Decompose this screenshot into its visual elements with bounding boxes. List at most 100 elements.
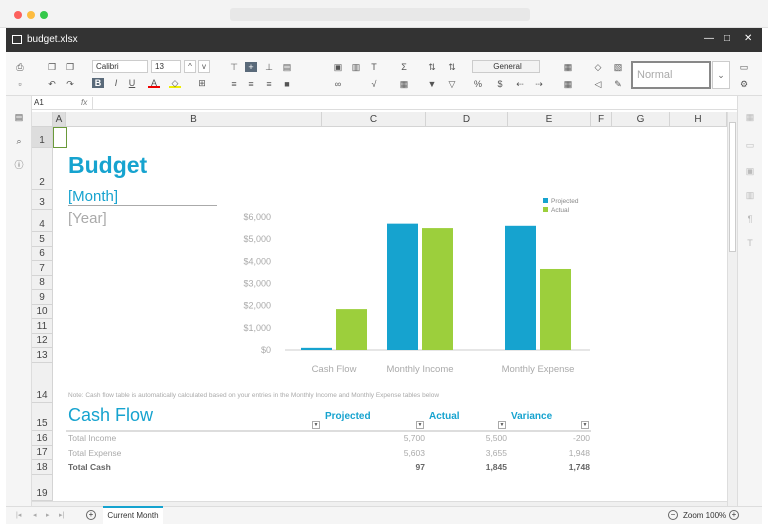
- insert-chart-icon[interactable]: ▥: [350, 62, 362, 72]
- maximize-button[interactable]: □: [724, 33, 730, 44]
- eraser-icon[interactable]: ◇: [592, 62, 604, 72]
- italic-icon[interactable]: I: [110, 78, 122, 88]
- paste-icon[interactable]: ❐: [64, 62, 76, 72]
- fill-color-icon[interactable]: ◇: [169, 78, 181, 88]
- link-icon[interactable]: ∞: [332, 79, 344, 89]
- panel-icon[interactable]: ▭: [744, 140, 756, 150]
- first-sheet-icon[interactable]: |◂: [16, 511, 21, 519]
- table-icon[interactable]: ▦: [398, 79, 410, 89]
- column-header[interactable]: D: [426, 112, 508, 127]
- column-header[interactable]: E: [508, 112, 591, 127]
- row-header[interactable]: 4: [32, 210, 53, 232]
- row-header[interactable]: 8: [32, 276, 53, 290]
- row-header[interactable]: 2: [32, 148, 53, 190]
- row-header[interactable]: 12: [32, 334, 53, 348]
- column-header[interactable]: B: [66, 112, 322, 127]
- redo-icon[interactable]: ↷: [64, 79, 76, 89]
- prev-sheet-icon[interactable]: ◂: [33, 511, 37, 519]
- zoom-out-icon[interactable]: −: [668, 510, 678, 520]
- number-format-select[interactable]: General: [472, 60, 540, 73]
- row-header[interactable]: 7: [32, 261, 53, 276]
- filter-dropdown[interactable]: ▼: [312, 421, 320, 429]
- wrap-text-icon[interactable]: ▤: [281, 62, 293, 72]
- align-right-icon[interactable]: ≡: [263, 79, 275, 89]
- zoom-dot[interactable]: [40, 11, 48, 19]
- view-icon[interactable]: ▭: [738, 62, 750, 72]
- align-middle-icon[interactable]: +: [245, 62, 257, 72]
- align-top-icon[interactable]: ⊤: [228, 62, 240, 72]
- filter-dropdown[interactable]: ▼: [581, 421, 589, 429]
- row-header[interactable]: 15: [32, 403, 53, 431]
- underline-icon[interactable]: U: [126, 78, 138, 88]
- cell-reference[interactable]: A1: [34, 98, 44, 107]
- settings-gear-icon[interactable]: ⚙: [738, 79, 750, 89]
- next-sheet-icon[interactable]: ▸: [46, 511, 50, 519]
- insert-image-icon[interactable]: ▣: [332, 62, 344, 72]
- text-box-icon[interactable]: T: [368, 62, 380, 72]
- row-header[interactable]: 3: [32, 190, 53, 210]
- font-size-select[interactable]: 13: [151, 60, 181, 73]
- row-header[interactable]: 17: [32, 446, 53, 460]
- year-field[interactable]: [Year]: [68, 210, 107, 227]
- font-color-icon[interactable]: A: [148, 78, 160, 88]
- row-header[interactable]: 1: [32, 127, 53, 148]
- sort-asc-icon[interactable]: ⇅: [426, 62, 438, 72]
- row-header[interactable]: 13: [32, 348, 53, 363]
- copy-icon[interactable]: ❐: [46, 62, 58, 72]
- decrease-font-icon[interactable]: v: [198, 60, 210, 73]
- align-center-icon[interactable]: ≡: [245, 79, 257, 89]
- vertical-scrollbar[interactable]: [727, 112, 737, 506]
- sort-desc-icon[interactable]: ⇅: [446, 62, 458, 72]
- row-header[interactable]: 10: [32, 305, 53, 319]
- clear-filter-icon[interactable]: ▽: [446, 79, 458, 89]
- edit-icon[interactable]: ✎: [612, 79, 624, 89]
- sheet-list-icon[interactable]: ▤: [13, 112, 25, 122]
- currency-icon[interactable]: $: [494, 79, 506, 89]
- panel-image-icon[interactable]: ▣: [744, 166, 756, 176]
- undo-icon[interactable]: ↶: [46, 79, 58, 89]
- print-icon[interactable]: ⎙: [14, 62, 26, 72]
- filter-dropdown[interactable]: ▼: [416, 421, 424, 429]
- column-header[interactable]: F: [591, 112, 612, 127]
- insert-cells-icon[interactable]: ▦: [562, 62, 574, 72]
- tab-current-month[interactable]: Current Month: [103, 506, 163, 524]
- panel-text-icon[interactable]: T: [744, 238, 756, 248]
- row-header[interactable]: 9: [32, 290, 53, 305]
- cell-style-box[interactable]: Normal: [631, 61, 711, 89]
- column-header[interactable]: H: [670, 112, 727, 127]
- style-dropdown-button[interactable]: ⌄: [712, 61, 730, 89]
- row-header[interactable]: 18: [32, 460, 53, 475]
- select-all-corner[interactable]: [32, 112, 53, 127]
- align-left-icon[interactable]: ≡: [228, 79, 240, 89]
- close-dot[interactable]: [14, 11, 22, 19]
- paragraph-icon[interactable]: ¶: [744, 214, 756, 224]
- minimize-button[interactable]: —: [704, 33, 714, 44]
- increase-decimal-icon[interactable]: ⇠: [514, 79, 526, 89]
- conditional-icon[interactable]: ◁: [592, 79, 604, 89]
- address-bar[interactable]: [230, 8, 530, 21]
- month-field[interactable]: [Month]: [68, 188, 217, 206]
- panel-chart-icon[interactable]: ▥: [744, 190, 756, 200]
- active-cell[interactable]: [53, 127, 67, 148]
- minimize-dot[interactable]: [27, 11, 35, 19]
- formula-input[interactable]: [92, 97, 732, 109]
- panel-icon[interactable]: ▦: [744, 112, 756, 122]
- row-header[interactable]: 6: [32, 247, 53, 261]
- function-icon[interactable]: √: [368, 79, 380, 89]
- row-header[interactable]: 11: [32, 319, 53, 334]
- close-button[interactable]: ✕: [744, 33, 752, 44]
- align-bottom-icon[interactable]: ⊥: [263, 62, 275, 72]
- column-header[interactable]: A: [53, 112, 66, 127]
- justify-icon[interactable]: ■: [281, 79, 293, 89]
- scroll-thumb[interactable]: [729, 122, 736, 252]
- sum-icon[interactable]: Σ: [398, 62, 410, 72]
- percent-icon[interactable]: %: [472, 79, 484, 89]
- row-header[interactable]: 19: [32, 475, 53, 501]
- format-painter-icon[interactable]: ▧: [612, 62, 624, 72]
- last-sheet-icon[interactable]: ▸|: [59, 511, 64, 519]
- filter-dropdown[interactable]: ▼: [498, 421, 506, 429]
- zoom-in-icon[interactable]: +: [729, 510, 739, 520]
- row-header[interactable]: 16: [32, 431, 53, 446]
- decrease-decimal-icon[interactable]: ⇢: [533, 79, 545, 89]
- borders-icon[interactable]: ⊞: [196, 78, 208, 88]
